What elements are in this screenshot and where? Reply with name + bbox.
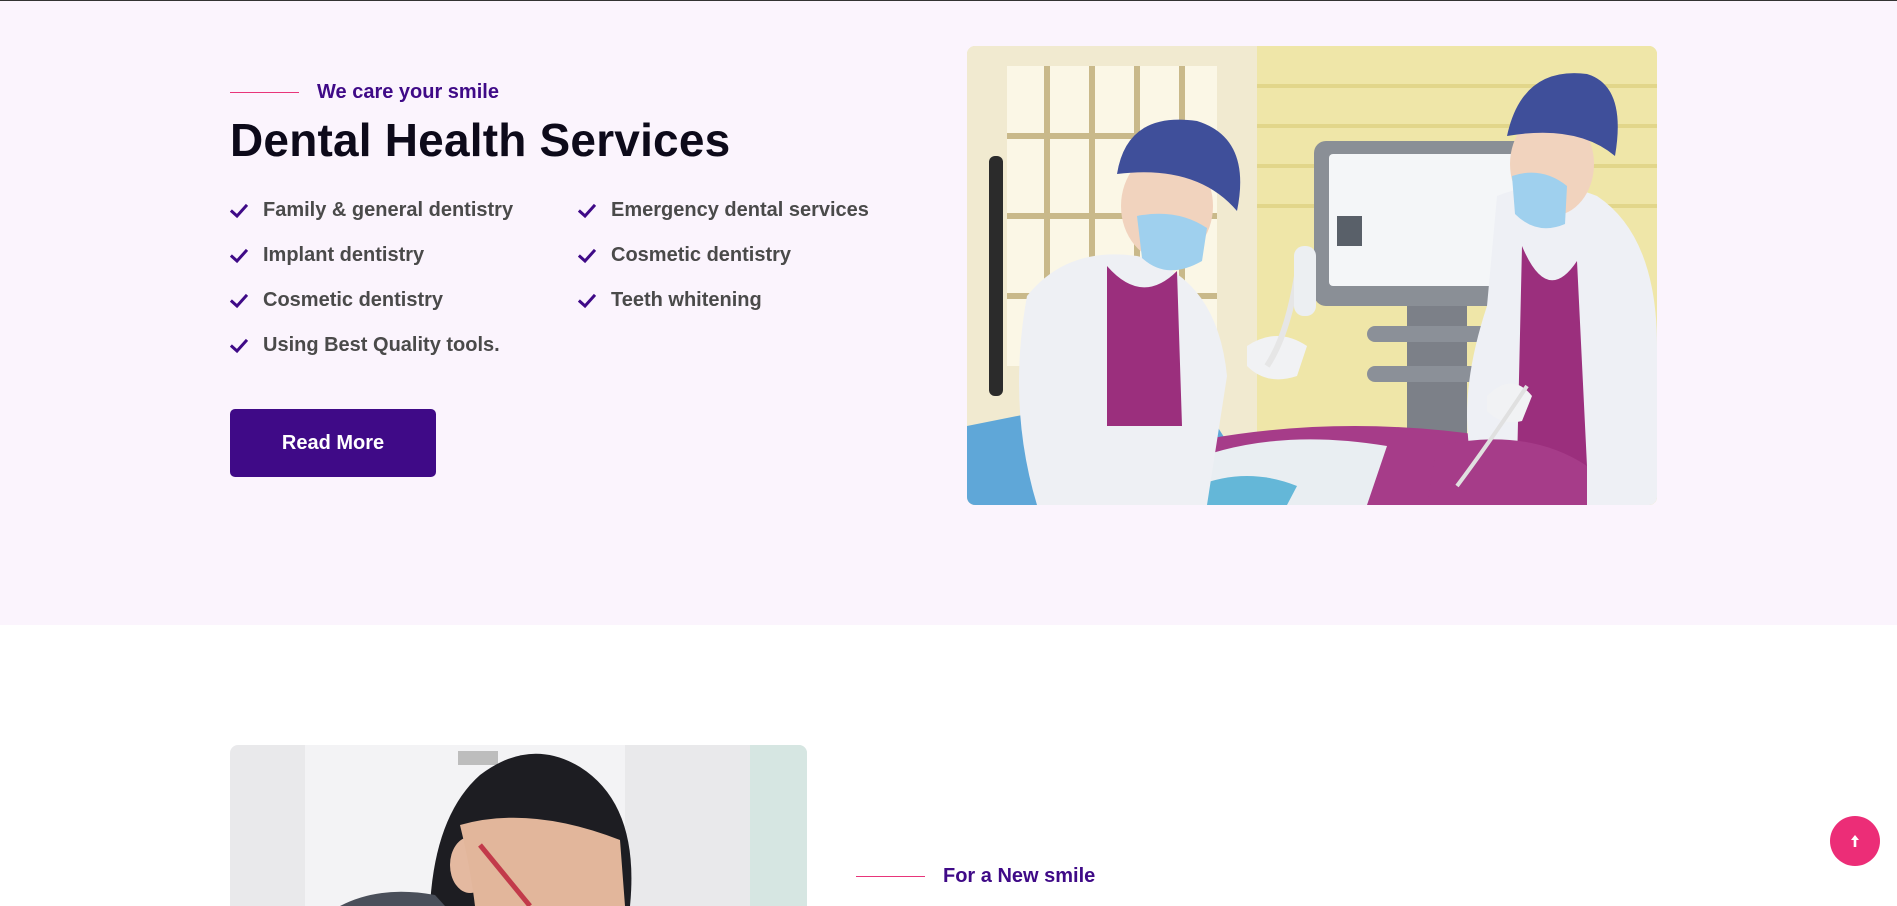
feature-text: Cosmetic dentistry — [611, 244, 792, 266]
arrow-up-icon — [1851, 835, 1859, 847]
dentists-photo — [967, 46, 1657, 505]
feature-list-left: Family & general dentistry Implant denti… — [230, 188, 513, 368]
check-icon — [578, 248, 596, 263]
dentist-photo — [230, 745, 807, 906]
feature-text: Teeth whitening — [611, 289, 762, 311]
feature-text: Emergency dental services — [611, 199, 869, 221]
feature-item: Teeth whitening — [578, 278, 869, 323]
services-eyebrow: We care your smile — [230, 81, 499, 104]
check-icon — [230, 203, 248, 218]
feature-item: Implant dentistry — [230, 233, 513, 278]
check-icon — [230, 248, 248, 263]
check-icon — [578, 293, 596, 308]
check-icon — [578, 203, 596, 218]
feature-list-right: Emergency dental services Cosmetic denti… — [578, 188, 869, 323]
new-smile-eyebrow: For a New smile — [856, 865, 1095, 888]
feature-text: Family & general dentistry — [263, 199, 514, 221]
scroll-to-top-button[interactable] — [1830, 816, 1880, 866]
eyebrow-text: We care your smile — [317, 81, 499, 103]
services-title: Dental Health Services — [230, 114, 731, 166]
check-icon — [230, 293, 248, 308]
eyebrow-text: For a New smile — [943, 865, 1096, 887]
read-more-button[interactable]: Read More — [230, 409, 436, 477]
check-icon — [230, 338, 248, 353]
eyebrow-line — [230, 92, 299, 93]
feature-item: Cosmetic dentistry — [578, 233, 869, 278]
feature-item: Family & general dentistry — [230, 188, 513, 233]
feature-item: Cosmetic dentistry — [230, 278, 513, 323]
feature-text: Implant dentistry — [263, 244, 425, 266]
feature-item: Using Best Quality tools. — [230, 323, 513, 368]
feature-text: Cosmetic dentistry — [263, 289, 444, 311]
feature-text: Using Best Quality tools. — [263, 334, 500, 356]
feature-item: Emergency dental services — [578, 188, 869, 233]
eyebrow-line — [856, 876, 925, 877]
